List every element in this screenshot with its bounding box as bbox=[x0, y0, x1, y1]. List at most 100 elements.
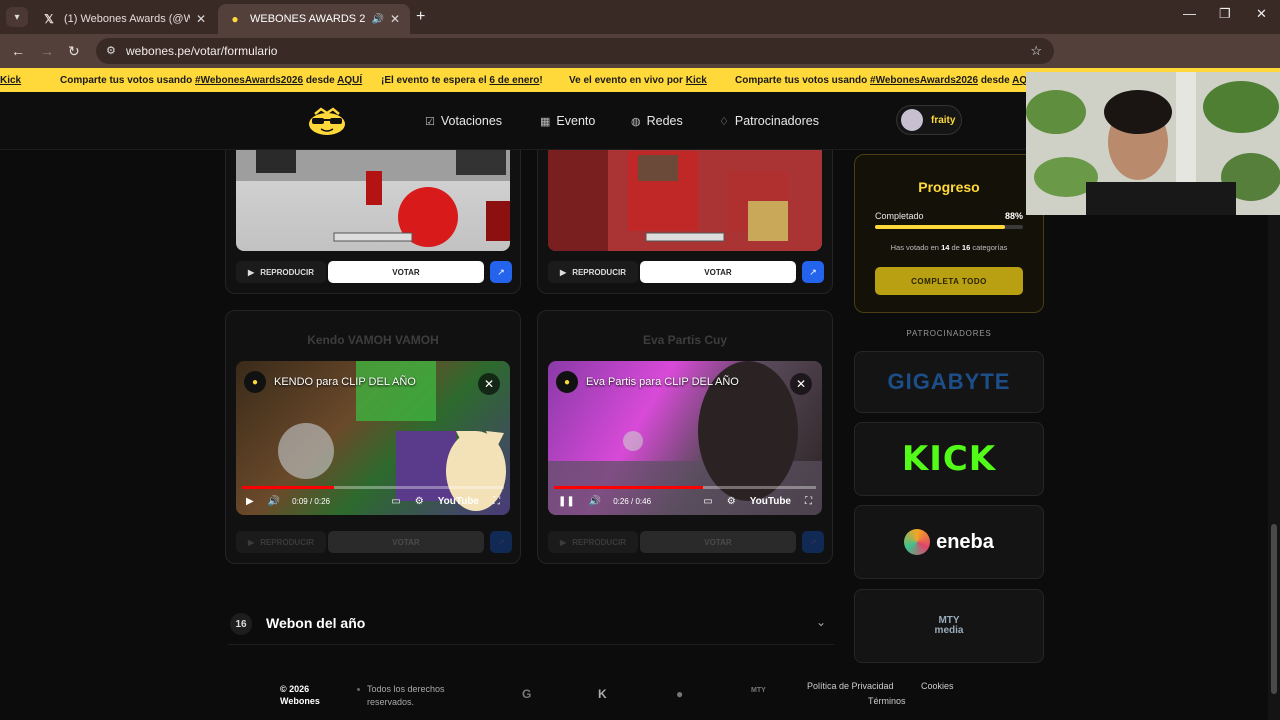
video-time: 0:26 / 0:46 bbox=[613, 496, 652, 506]
sponsor-mty[interactable]: MTY media bbox=[854, 589, 1044, 663]
site-footer: © 2026 Webones Todos los derechos reservad… bbox=[0, 670, 1280, 720]
external-link-icon[interactable]: ↗ bbox=[490, 261, 512, 283]
progress-percent: 88% bbox=[1004, 211, 1023, 221]
nav-label: Patrocinadores bbox=[734, 114, 819, 128]
video-title[interactable]: Eva Partis para CLIP DEL AÑO bbox=[586, 376, 739, 388]
external-link-icon[interactable]: ↗ bbox=[490, 531, 512, 553]
vote-button[interactable]: VOTAR bbox=[640, 531, 796, 553]
clip-title: Eva Partis Cuy bbox=[642, 333, 728, 347]
complete-all-button[interactable]: COMPLETA TODO bbox=[875, 267, 1023, 295]
sponsor-gigabyte[interactable]: GIGABYTE bbox=[854, 351, 1044, 413]
fullscreen-icon[interactable]: ⛶ bbox=[805, 496, 812, 507]
forward-icon[interactable]: → bbox=[40, 43, 54, 59]
sponsors-label: PATROCINADORES bbox=[906, 329, 992, 338]
close-tab-icon[interactable]: ✕ bbox=[390, 12, 400, 26]
video-time: 0:09 / 0:26 bbox=[292, 496, 330, 506]
browser-tab-x[interactable]: 𝕏 (1) Webones Awards (@Webon ✕ bbox=[32, 4, 216, 34]
channel-avatar[interactable]: ● bbox=[244, 371, 266, 393]
youtube-player[interactable]: ● KENDO para CLIP DEL AÑO ✕ ▶ 🔊 0:09 / 0… bbox=[236, 361, 510, 515]
cookies-link[interactable]: Cookies bbox=[921, 681, 954, 691]
ticker-item[interactable]: Ve el evento en vivo por Kick bbox=[569, 75, 707, 86]
youtube-logo[interactable]: YouTube bbox=[438, 496, 479, 507]
external-link-icon[interactable]: ↗ bbox=[802, 261, 824, 283]
minecraft-scene-image bbox=[236, 150, 510, 247]
youtube-player[interactable]: ● Eva Partis para CLIP DEL AÑO ✕ ❚❚ 🔊 0:… bbox=[548, 361, 822, 515]
browser-tab-webones[interactable]: ● WEBONES AWARDS 2026 🔊 ✕ bbox=[218, 4, 410, 34]
chevron-down-icon[interactable]: ⌄ bbox=[816, 615, 826, 629]
youtube-logo[interactable]: YouTube bbox=[750, 496, 791, 507]
play-icon: ▶ bbox=[248, 267, 255, 277]
play-button[interactable]: ▶ REPRODUCIR bbox=[236, 531, 326, 553]
channel-avatar[interactable]: ● bbox=[556, 371, 578, 393]
kick-footer-icon[interactable]: K bbox=[598, 687, 607, 701]
clip-thumbnail[interactable] bbox=[548, 150, 822, 251]
volume-icon[interactable]: 🔊 bbox=[268, 496, 280, 507]
vote-button[interactable]: VOTAR bbox=[640, 261, 796, 283]
play-button[interactable]: ▶ REPRODUCIR bbox=[236, 261, 326, 283]
terms-link[interactable]: Términos bbox=[868, 696, 906, 706]
privacy-link[interactable]: Política de Privacidad bbox=[807, 681, 894, 691]
volume-icon[interactable]: 🔊 bbox=[589, 496, 601, 507]
url-text: webones.pe/votar/formulario bbox=[126, 44, 278, 58]
bookmark-star-icon[interactable]: ☆ bbox=[1030, 43, 1042, 59]
progress-label: Completado bbox=[875, 211, 924, 221]
nav-label: Redes bbox=[646, 114, 683, 128]
ticker-item[interactable]: Comparte tus votos usando #WebonesAwards… bbox=[60, 75, 362, 86]
eneba-footer-icon[interactable]: ● bbox=[676, 687, 683, 701]
webones-logo-icon: ● bbox=[231, 12, 239, 26]
sponsor-eneba[interactable]: eneba bbox=[854, 505, 1044, 579]
speaker-icon[interactable]: 🔊 bbox=[371, 14, 383, 25]
username: fraity bbox=[931, 114, 956, 126]
webones-logo[interactable] bbox=[307, 106, 347, 136]
handshake-icon: ♢ bbox=[719, 115, 729, 128]
footer-divider bbox=[357, 688, 360, 691]
vote-button[interactable]: VOTAR bbox=[328, 261, 484, 283]
ticker-item[interactable]: Comparte tus votos usando #WebonesAwards… bbox=[735, 75, 1037, 86]
close-tab-icon[interactable]: ✕ bbox=[196, 12, 206, 26]
category-number: 16 bbox=[230, 613, 252, 635]
site-info-icon[interactable]: ⚙ bbox=[106, 44, 116, 57]
maximize-icon[interactable]: ❐ bbox=[1219, 6, 1231, 22]
footer-copyright: © 2026 Webones bbox=[280, 684, 320, 706]
video-progress-bar[interactable] bbox=[554, 486, 816, 489]
settings-gear-icon[interactable]: ⚙ bbox=[727, 496, 736, 507]
new-tab-icon[interactable]: + bbox=[416, 8, 425, 26]
gigabyte-footer-icon[interactable]: G bbox=[522, 687, 531, 701]
back-icon[interactable]: ← bbox=[11, 43, 25, 59]
nav-evento[interactable]: ▦ Evento bbox=[540, 114, 595, 128]
category-section-header[interactable]: 16 Webon del año ⌄ bbox=[228, 605, 834, 645]
ticker-item[interactable]: Kick bbox=[0, 75, 21, 86]
sponsor-kick[interactable]: KICK bbox=[854, 422, 1044, 496]
minimize-icon[interactable]: — bbox=[1183, 6, 1196, 21]
settings-gear-icon[interactable]: ⚙ bbox=[415, 496, 424, 507]
play-button[interactable]: ▶ REPRODUCIR bbox=[548, 531, 638, 553]
video-progress-bar[interactable] bbox=[242, 486, 504, 489]
page-scrollbar[interactable] bbox=[1268, 150, 1280, 720]
url-field[interactable]: ⚙ webones.pe/votar/formulario ☆ bbox=[96, 38, 1054, 64]
avatar bbox=[901, 109, 923, 131]
nav-redes[interactable]: ◍ Redes bbox=[631, 114, 683, 128]
play-button[interactable]: ▶ REPRODUCIR bbox=[548, 261, 638, 283]
scrollbar-thumb[interactable] bbox=[1271, 524, 1277, 694]
reload-icon[interactable]: ↻ bbox=[68, 43, 80, 60]
captions-icon[interactable]: ▭ bbox=[391, 496, 400, 507]
user-menu[interactable]: fraity bbox=[896, 105, 962, 135]
close-video-icon[interactable]: ✕ bbox=[478, 373, 500, 395]
captions-icon[interactable]: ▭ bbox=[703, 496, 712, 507]
tab-search-button[interactable]: ▾ bbox=[6, 7, 28, 27]
clip-thumbnail[interactable] bbox=[236, 150, 510, 251]
play-icon[interactable]: ▶ bbox=[246, 496, 254, 507]
mty-footer-icon[interactable]: MTY bbox=[751, 687, 766, 694]
video-controls: ❚❚ 🔊 0:26 / 0:46 ▭ ⚙ YouTube ⛶ bbox=[558, 493, 812, 509]
pause-icon[interactable]: ❚❚ bbox=[558, 496, 575, 507]
video-title[interactable]: KENDO para CLIP DEL AÑO bbox=[274, 376, 416, 388]
vote-button[interactable]: VOTAR bbox=[328, 531, 484, 553]
nav-votaciones[interactable]: ☑ Votaciones bbox=[425, 114, 502, 128]
play-label: REPRODUCIR bbox=[260, 267, 314, 277]
close-window-icon[interactable]: ✕ bbox=[1256, 6, 1267, 22]
nav-patrocinadores[interactable]: ♢ Patrocinadores bbox=[719, 114, 819, 128]
close-video-icon[interactable]: ✕ bbox=[790, 373, 812, 395]
external-link-icon[interactable]: ↗ bbox=[802, 531, 824, 553]
play-label: REPRODUCIR bbox=[572, 537, 626, 547]
fullscreen-icon[interactable]: ⛶ bbox=[493, 496, 500, 507]
